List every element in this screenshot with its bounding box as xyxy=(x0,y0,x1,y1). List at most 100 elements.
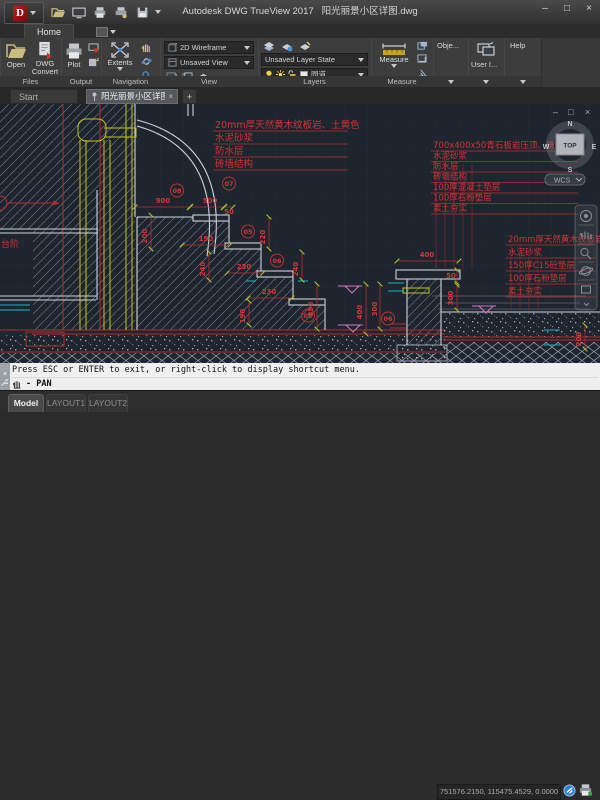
tab-start[interactable]: Start xyxy=(10,89,78,104)
user-interface-title[interactable]: User I... xyxy=(471,60,497,69)
view-state-dropdown[interactable]: Unsaved View xyxy=(164,56,254,69)
tab-layout2[interactable]: LAYOUT2 xyxy=(88,394,128,412)
save-icon[interactable] xyxy=(134,5,150,19)
panel-objects: Obje... xyxy=(433,38,469,87)
file-tab-bar: Start 阳光丽景小区详图 × + xyxy=(0,87,600,105)
layer-state-dropdown[interactable]: Unsaved Layer State xyxy=(261,53,368,66)
view-state-value: Unsaved View xyxy=(180,58,241,67)
panel-user-interface: User I... xyxy=(468,38,505,87)
panel-output-label: Output xyxy=(61,76,101,87)
zoom-extents-icon xyxy=(110,41,130,59)
view-icon xyxy=(168,58,177,67)
batch-plot-icon[interactable] xyxy=(113,5,129,19)
command-prompt-line[interactable]: - PAN xyxy=(12,378,598,390)
tab-layout1[interactable]: LAYOUT1 xyxy=(46,394,86,412)
side-label: 台阶 xyxy=(1,238,19,250)
tab-close-icon[interactable]: × xyxy=(168,89,173,104)
command-history-line: Press ESC or ENTER to exit, or right-cli… xyxy=(12,364,598,378)
quick-measure-icon[interactable] xyxy=(415,40,429,52)
dwg-convert-button[interactable]: DWG Convert xyxy=(31,41,59,76)
chevron-down-icon xyxy=(358,58,364,62)
panel-help: Help xyxy=(504,38,542,87)
tab-document[interactable]: 阳光丽景小区详图 × xyxy=(86,89,178,104)
export-icon[interactable] xyxy=(86,56,100,68)
layer-isolate-icon[interactable] xyxy=(298,40,312,52)
close-button[interactable]: × xyxy=(582,3,596,14)
panel-view-label: View xyxy=(160,76,258,87)
title-bar: Autodesk DWG TrueView 2017 阳光丽景小区详图.dwg … xyxy=(0,0,600,25)
tab-home[interactable]: Home xyxy=(24,24,74,38)
viewcube-north[interactable]: N xyxy=(567,121,572,128)
ribbon-tab-bar: Home xyxy=(0,24,600,38)
preview-icon[interactable] xyxy=(86,42,100,54)
user-interface-icon xyxy=(477,42,495,56)
app-logo: D xyxy=(13,6,28,21)
wcs-label: WCS xyxy=(554,178,571,185)
zoom-extents-button[interactable]: Extents xyxy=(104,41,136,71)
open-icon xyxy=(5,41,27,61)
panel-objects-expander[interactable] xyxy=(433,76,468,87)
callout-text: 素土夯实 xyxy=(508,286,542,297)
doc-restore-button[interactable]: □ xyxy=(568,107,574,117)
annotation-monitor-icon[interactable] xyxy=(563,784,576,797)
measure-button[interactable]: Measure xyxy=(376,42,412,68)
layer-properties-icon[interactable] xyxy=(262,40,276,52)
callout-text: 砖墙结构 xyxy=(215,158,253,170)
area-icon[interactable] xyxy=(415,53,429,65)
doc-minimize-button[interactable]: – xyxy=(553,107,558,117)
drawing-canvas[interactable]: 20mm厚天然黄木纹板岩、土黄色水泥砂浆防水层砖墙结构700x400x50青石板… xyxy=(0,104,600,363)
customize-wrench-icon[interactable] xyxy=(0,379,8,387)
doc-close-button[interactable]: × xyxy=(585,107,590,117)
dimension-text: 300 xyxy=(371,302,379,317)
viewcube-south[interactable]: S xyxy=(568,167,573,174)
maximize-button[interactable]: □ xyxy=(560,3,574,14)
sheet-view-icon[interactable] xyxy=(71,5,87,19)
open-button[interactable]: Open xyxy=(4,41,28,69)
wcs-menu[interactable]: WCS xyxy=(545,174,585,185)
plot-status-icon[interactable] xyxy=(578,783,593,797)
dimension-text: 50 xyxy=(224,208,234,216)
panel-help-expander[interactable] xyxy=(504,76,541,87)
command-close-icon[interactable]: × xyxy=(0,371,10,378)
open-icon[interactable] xyxy=(50,5,66,19)
coordinates-readout: 751576.2150, 115475.4529, 0.0000 xyxy=(437,784,561,800)
callout-text: 砖墙结构 xyxy=(433,172,467,183)
visual-style-dropdown[interactable]: 2D Wireframe xyxy=(164,41,254,54)
chevron-down-icon xyxy=(244,61,250,65)
ribbon-display-toggle[interactable] xyxy=(96,26,118,37)
print-icon[interactable] xyxy=(92,5,108,19)
qat-customize-icon[interactable] xyxy=(155,10,161,14)
dimension-text: 50 xyxy=(446,272,456,280)
visual-style-value: 2D Wireframe xyxy=(180,43,241,52)
help-panel-title[interactable]: Help xyxy=(510,41,525,50)
panel-user-expander[interactable] xyxy=(468,76,504,87)
command-prompt-text: - PAN xyxy=(26,378,52,390)
viewcube-west[interactable]: W xyxy=(543,144,550,151)
tab-model[interactable]: Model xyxy=(8,394,44,412)
dimension-text: 190 xyxy=(239,309,247,324)
orbit-icon[interactable] xyxy=(139,55,153,67)
viewcube-east[interactable]: E xyxy=(592,144,597,151)
viewcube-top-label[interactable]: TOP xyxy=(563,143,577,150)
balloon-text: 08 xyxy=(172,187,182,195)
wireframe-icon xyxy=(168,43,177,52)
callout-text: 水泥砂浆 xyxy=(508,247,543,258)
drag-handle-icon: :::::::::: xyxy=(0,364,10,370)
pan-icon[interactable] xyxy=(139,41,153,53)
minimize-button[interactable]: – xyxy=(538,3,552,14)
balloon-text: 06 xyxy=(272,257,282,265)
plot-button[interactable]: Plot xyxy=(63,41,85,69)
dimension-text: 900 xyxy=(156,197,171,205)
chevron-down-icon xyxy=(483,80,489,84)
command-window-grip[interactable]: :::::::::: × xyxy=(0,363,10,390)
application-menu-button[interactable]: D xyxy=(4,2,44,24)
callout-text: 20mm厚天然黄木纹板岩、土黄色 xyxy=(215,119,360,131)
ribbon-toggle-icon xyxy=(96,27,108,37)
navigation-bar xyxy=(575,205,597,310)
new-tab-button[interactable]: + xyxy=(182,89,197,104)
callout-text: 水泥砂浆 xyxy=(215,132,254,144)
objects-panel-title[interactable]: Obje... xyxy=(437,41,459,50)
layer-state-icon[interactable] xyxy=(280,40,294,52)
panel-layers: Unsaved Layer State 园道 Layers xyxy=(258,38,372,87)
callout-text: 防水层 xyxy=(215,145,244,157)
